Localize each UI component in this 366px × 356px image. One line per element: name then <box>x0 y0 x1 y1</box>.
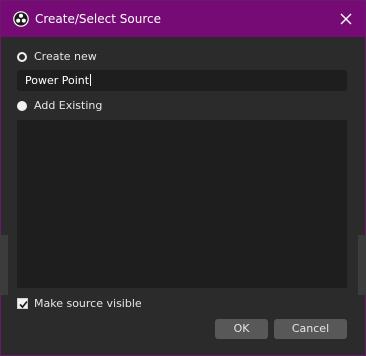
make-source-visible-checkbox[interactable]: Make source visible <box>17 297 142 310</box>
source-name-input[interactable]: Power Point <box>17 70 347 91</box>
background-panel-left <box>0 235 8 295</box>
cancel-button[interactable]: Cancel <box>274 319 347 339</box>
make-source-visible-label: Make source visible <box>34 297 142 310</box>
existing-sources-list[interactable] <box>17 120 347 288</box>
close-icon[interactable] <box>339 12 353 26</box>
obs-logo-icon <box>13 11 29 27</box>
create-select-source-dialog: Create/Select Source Create new Power Po… <box>0 0 366 356</box>
radio-checked-icon[interactable] <box>17 51 27 62</box>
title-bar: Create/Select Source <box>1 1 365 37</box>
background-panel-right <box>358 235 366 295</box>
source-name-value: Power Point <box>25 74 90 87</box>
add-existing-label: Add Existing <box>34 99 103 112</box>
ok-button[interactable]: OK <box>215 319 268 339</box>
checkbox-checked-icon[interactable] <box>17 298 28 309</box>
text-caret <box>90 74 92 86</box>
add-existing-radio[interactable]: Add Existing <box>17 99 102 112</box>
create-new-radio[interactable]: Create new <box>17 50 97 63</box>
window-title: Create/Select Source <box>35 12 161 26</box>
create-new-label: Create new <box>34 50 97 63</box>
radio-unchecked-icon[interactable] <box>17 100 27 111</box>
